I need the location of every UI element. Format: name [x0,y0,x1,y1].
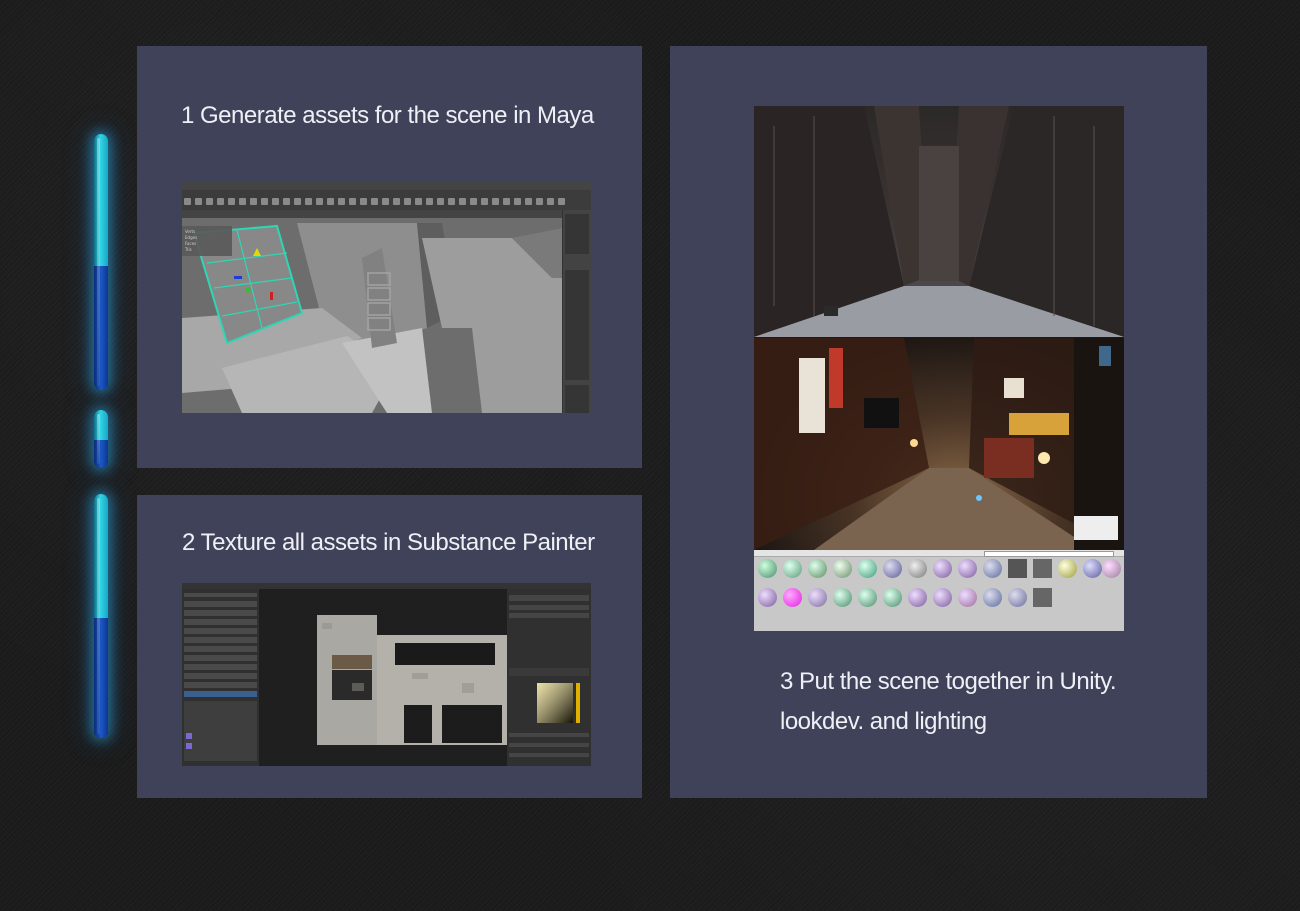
step-panel-unity: 3 Put the scene together in Unity. lookd… [670,46,1207,798]
svg-text:Faces: Faces [185,241,196,246]
substance-painter-screenshot [182,583,591,766]
step-panel-substance: 2 Texture all assets in Substance Painte… [137,495,642,798]
svg-text:Verts: Verts [185,229,195,234]
svg-text:Edges: Edges [185,235,197,240]
step-panel-maya: 1 Generate assets for the scene in Maya [137,46,642,468]
maya-screenshot: Verts Edges Faces Tris [182,181,591,413]
progress-tube-2 [94,410,108,468]
step-title-maya: 1 Generate assets for the scene in Maya [181,102,594,129]
progress-tube-1 [94,134,108,390]
progress-tube-3 [94,494,108,738]
unity-screenshot [754,106,1124,631]
step-title-substance: 2 Texture all assets in Substance Painte… [182,529,595,556]
step-title-unity-line2: lookdev. and lighting [780,708,987,735]
svg-text:Tris: Tris [184,247,192,252]
step-title-unity-line1: 3 Put the scene together in Unity. [780,668,1117,695]
